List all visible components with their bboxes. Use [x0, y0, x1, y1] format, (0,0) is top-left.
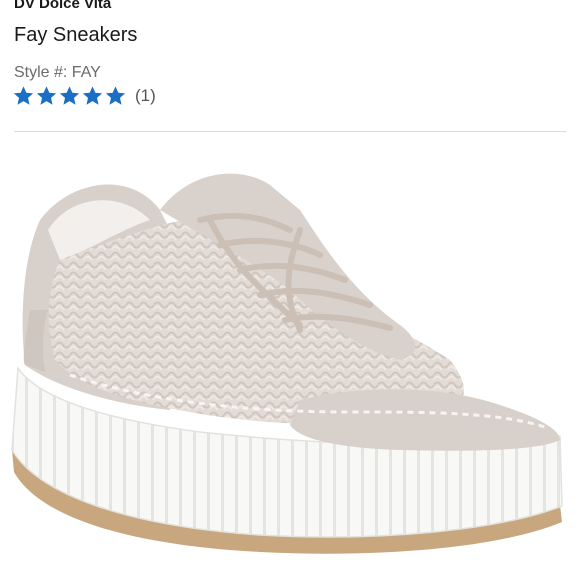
star-icon: [82, 86, 103, 105]
star-icon: [36, 86, 57, 105]
star-icon: [105, 86, 126, 105]
sneaker-photo: [11, 173, 563, 554]
brand-name[interactable]: DV Dolce Vita: [14, 0, 111, 12]
product-detail-page: DV Dolce Vita Fay Sneakers Style #: FAY …: [0, 0, 580, 580]
star-rating: [12, 85, 127, 107]
style-number: Style #: FAY: [14, 64, 101, 81]
star-icon: [13, 86, 34, 105]
product-title: Fay Sneakers: [14, 24, 138, 46]
star-icon: [59, 86, 80, 105]
rating-summary[interactable]: (1): [12, 83, 156, 109]
review-count[interactable]: (1): [135, 86, 156, 106]
divider: [14, 131, 566, 132]
